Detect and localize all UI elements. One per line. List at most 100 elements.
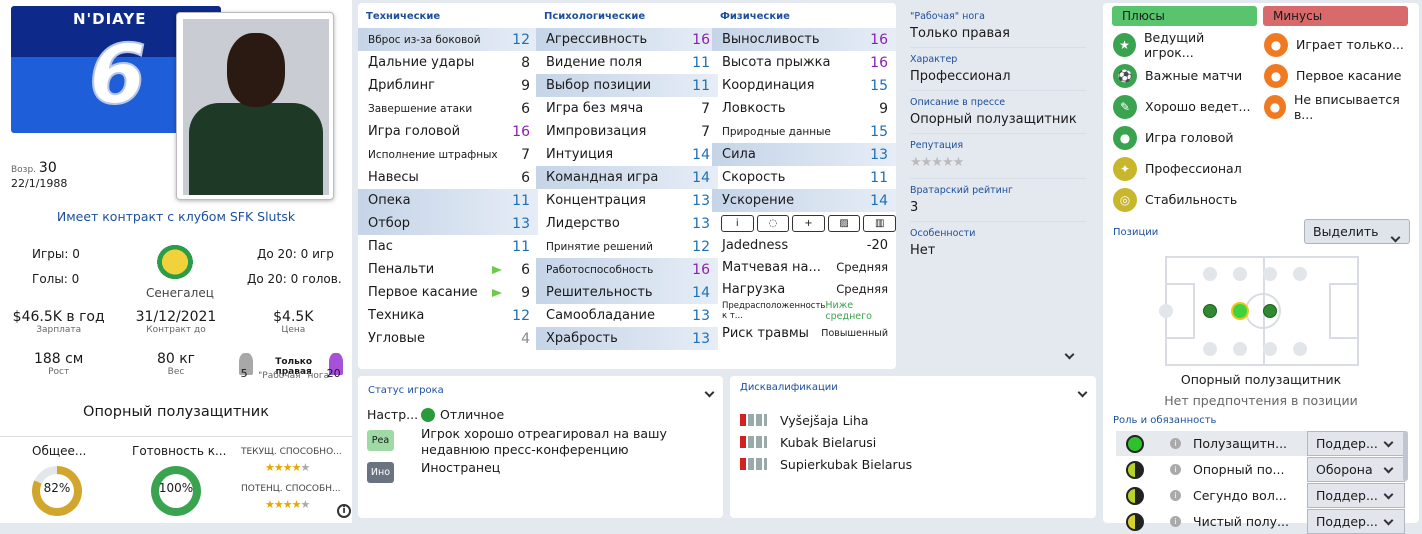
disq-collapse-icon[interactable] [1077,385,1088,400]
attribute-row[interactable]: Первое касание 9 [358,281,538,304]
attribute-row[interactable]: Принятие решений 12 [536,235,718,258]
trait-row[interactable]: ◎ Стабильность [1113,184,1253,215]
attribute-row[interactable]: Решительность 14 [536,281,718,304]
positions-title[interactable]: Позиции [1113,227,1158,238]
trait-row[interactable]: ● Игра головой [1113,122,1253,153]
attribute-name: Храбрость [546,331,618,346]
role-name: Полузащитн... [1193,436,1288,451]
role-row[interactable]: i Чистый полу... Поддер... [1116,509,1405,534]
role-suitability-icon [1126,512,1144,531]
trait-row[interactable]: ● Первое касание [1264,60,1412,91]
attribute-row[interactable]: Командная игра 14 [536,166,718,189]
attribute-row[interactable]: Выбор позиции 11 [536,74,718,97]
attribute-row[interactable]: Интуиция 14 [536,143,718,166]
role-info-icon[interactable]: i [1170,516,1181,527]
physical-column: Физические Выносливость 16 Высота прыжка 16… [712,11,896,344]
attribute-row[interactable]: Опека 11 [358,189,538,212]
duty-select[interactable]: Поддер... [1307,431,1405,456]
attribute-name: Самообладание [546,308,655,323]
nation-crest-icon[interactable] [152,240,198,284]
info-icon[interactable]: i [337,504,351,518]
expand-chevron-icon[interactable] [1064,347,1075,362]
attribute-row[interactable]: Игра без мяча 7 [536,97,718,120]
role-info-icon[interactable]: i [1170,464,1181,475]
role-row[interactable]: i Опорный по... Оборона [1116,457,1405,482]
trait-row[interactable]: ★ Ведущий игрок... [1113,29,1253,60]
status-title[interactable]: Статус игрока [368,385,444,396]
attribute-view-tab-icon[interactable]: ▥ [863,215,896,232]
role-info-icon[interactable]: i [1170,438,1181,449]
attribute-view-tab-icon[interactable]: + [792,215,825,232]
current-ability-stars: ★★★★★ [265,461,310,474]
trait-row[interactable]: ● Не вписывается в... [1264,91,1412,122]
player-name: N'DIAYE [73,10,147,28]
attribute-row[interactable]: Координация 15 [712,74,896,97]
attribute-view-tab-icon[interactable]: ◌ [756,215,790,232]
duty-select[interactable]: Поддер... [1307,483,1405,508]
physical-extra-value: Средняя [836,282,888,296]
attribute-row[interactable]: Угловые 4 [358,327,538,350]
attribute-name: Импровизация [546,124,647,139]
attribute-row[interactable]: Пенальти 6 [358,258,538,281]
attribute-name: Работоспособность [546,263,654,276]
attribute-name: Отбор [368,216,411,231]
attribute-row[interactable]: Работоспособность 16 [536,258,718,281]
attribute-name: Угловые [368,331,425,346]
attribute-row[interactable]: Ускорение 14 [712,189,896,212]
strength-icon: ● [1113,125,1137,150]
attribute-row[interactable]: Самообладание 13 [536,304,718,327]
overall-ring: 82% [32,466,82,516]
attribute-row[interactable]: Ловкость 9 [712,97,896,120]
attribute-row[interactable]: Концентрация 13 [536,189,718,212]
attribute-row[interactable]: Агрессивность 16 [536,28,718,51]
attribute-value: 11 [512,238,530,255]
contract-link[interactable]: Имеет контракт с клубом SFK Slutsk [0,209,352,224]
attribute-row[interactable]: Высота прыжка 16 [712,51,896,74]
attribute-row[interactable]: Техника 12 [358,304,538,327]
duty-select[interactable]: Поддер... [1307,509,1405,534]
physical-extra-row: Jadedness -20 [712,234,896,256]
role-row[interactable]: i Сегундо вол... Поддер... [1116,483,1405,508]
physical-extra-name: Матчевая на... [722,259,821,275]
trait-row[interactable]: ✎ Хорошо ведет... [1113,91,1253,122]
attribute-row[interactable]: Природные данные 15 [712,120,896,143]
attribute-value: 13 [692,215,710,232]
attribute-row[interactable]: Исполнение штрафных 7 [358,143,538,166]
highlight-select[interactable]: Выделить [1304,219,1410,244]
attribute-row[interactable]: Навесы 6 [358,166,538,189]
trait-row[interactable]: ⚽ Важные матчи [1113,60,1253,91]
plus-header: Плюсы [1112,6,1257,26]
position-pitch [1159,256,1359,366]
role-info-icon[interactable]: i [1170,490,1181,501]
attribute-row[interactable]: Пас 11 [358,235,538,258]
attribute-view-tab-icon[interactable]: ▨ [827,215,861,232]
attribute-row[interactable]: Видение поля 11 [536,51,718,74]
duty-select[interactable]: Оборона [1307,457,1405,482]
trait-row[interactable]: ● Играет только... [1264,29,1412,60]
disq-row: Kubak Bielarusi [740,431,912,453]
attribute-row[interactable]: Храбрость 13 [536,327,718,350]
attribute-view-tab-icon[interactable]: i [721,215,754,232]
attributes-panel: Технические Вброс из-за боковой 12 Дальние… [358,3,1086,369]
attribute-row[interactable]: Скорость 11 [712,166,896,189]
technical-column: Технические Вброс из-за боковой 12 Дальние… [358,11,538,350]
attribute-name: Принятие решений [546,240,654,253]
status-collapse-icon[interactable] [704,385,715,400]
attribute-row[interactable]: Импровизация 7 [536,120,718,143]
attribute-row[interactable]: Дальние удары 8 [358,51,538,74]
attribute-row[interactable]: Завершение атаки 6 [358,97,538,120]
roles-scrollbar[interactable] [1403,431,1408,481]
attribute-row[interactable]: Отбор 13 [358,212,538,235]
position-dot-dm-right [1263,304,1277,318]
attribute-row[interactable]: Лидерство 13 [536,212,718,235]
weakness-icon: ● [1264,94,1286,119]
attribute-view-tabs: i ◌ + ▨ ▥ [721,215,896,232]
attribute-row[interactable]: Игра головой 16 [358,120,538,143]
trait-row[interactable]: ✦ Профессионал [1113,153,1253,184]
attribute-row[interactable]: Дриблинг 9 [358,74,538,97]
attribute-row[interactable]: Сила 13 [712,143,896,166]
attribute-row[interactable]: Вброс из-за боковой 12 [358,28,538,51]
role-row[interactable]: i Полузащитн... Поддер... [1116,431,1405,456]
attribute-value: 14 [870,192,888,209]
attribute-row[interactable]: Выносливость 16 [712,28,896,51]
